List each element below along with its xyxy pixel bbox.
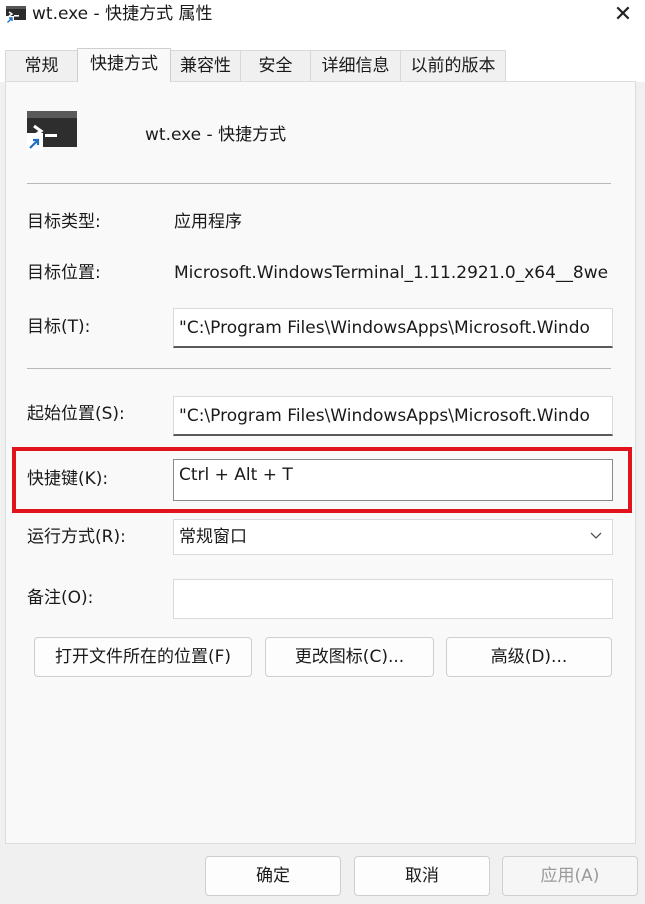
- target-location-value: Microsoft.WindowsTerminal_1.11.2921.0_x6…: [174, 263, 609, 283]
- tab-security[interactable]: 安全: [240, 50, 311, 81]
- separator: [27, 183, 611, 184]
- start-in-input[interactable]: "C:\Program Files\WindowsApps\Microsoft.…: [173, 396, 613, 436]
- tab-general[interactable]: 常规: [5, 50, 78, 81]
- comment-label: 备注(O):: [27, 588, 94, 608]
- target-type-label: 目标类型:: [27, 212, 101, 232]
- chevron-down-icon: [590, 532, 602, 539]
- run-select[interactable]: 常规窗口: [173, 519, 613, 555]
- target-input[interactable]: "C:\Program Files\WindowsApps\Microsoft.…: [173, 308, 613, 348]
- run-label: 运行方式(R):: [27, 527, 126, 547]
- tab-shortcut[interactable]: 快捷方式: [77, 48, 171, 82]
- target-label: 目标(T):: [27, 317, 91, 337]
- change-icon-button[interactable]: 更改图标(C)...: [265, 637, 434, 677]
- close-button[interactable]: ✕: [609, 2, 637, 28]
- comment-input[interactable]: [173, 579, 613, 619]
- terminal-shortcut-icon: [27, 111, 77, 151]
- close-icon: ✕: [613, 2, 633, 27]
- open-file-location-button[interactable]: 打开文件所在的位置(F): [34, 637, 252, 677]
- tab-compatibility[interactable]: 兼容性: [170, 50, 241, 81]
- shortcut-key-input[interactable]: Ctrl + Alt + T: [173, 459, 613, 501]
- advanced-button[interactable]: 高级(D)...: [446, 637, 612, 677]
- terminal-shortcut-icon: [6, 6, 26, 24]
- target-type-value: 应用程序: [174, 212, 242, 232]
- title-bar: wt.exe - 快捷方式 属性 ✕: [0, 0, 645, 30]
- cancel-button[interactable]: 取消: [354, 856, 490, 896]
- run-select-value: 常规窗口: [179, 527, 247, 547]
- target-location-label: 目标位置:: [27, 263, 101, 283]
- shortcut-name: wt.exe - 快捷方式: [145, 125, 287, 145]
- shortcut-key-input-value: Ctrl + Alt + T: [179, 465, 293, 485]
- start-in-label: 起始位置(S):: [27, 404, 125, 424]
- tab-strip: 常规 快捷方式 兼容性 安全 详细信息 以前的版本: [0, 30, 645, 82]
- tab-details[interactable]: 详细信息: [310, 50, 401, 81]
- apply-button[interactable]: 应用(A): [502, 856, 638, 896]
- ok-button[interactable]: 确定: [205, 856, 341, 896]
- window-title: wt.exe - 快捷方式 属性: [32, 4, 213, 24]
- start-in-input-value: "C:\Program Files\WindowsApps\Microsoft.…: [179, 406, 590, 426]
- target-input-value: "C:\Program Files\WindowsApps\Microsoft.…: [179, 318, 590, 338]
- tab-previous-versions[interactable]: 以前的版本: [400, 50, 506, 81]
- separator: [27, 368, 611, 369]
- shortcut-key-label: 快捷键(K):: [27, 469, 109, 489]
